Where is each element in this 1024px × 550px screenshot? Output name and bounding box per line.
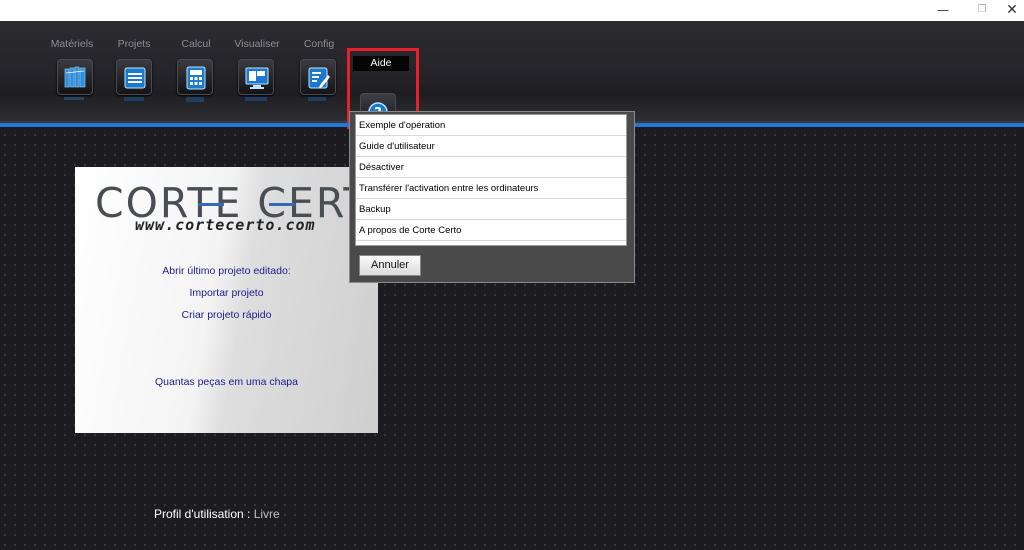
help-menu: Exemple d'opération Guide d'utilisateur …	[349, 111, 635, 283]
projects-icon-reflection	[116, 97, 152, 111]
projects-icon[interactable]	[116, 59, 152, 95]
toolbar-label-calculation: Calcul	[181, 38, 211, 50]
import-project-link[interactable]: Importar projeto	[75, 287, 378, 299]
toolbar-item-visualize[interactable]: Visualiser	[226, 21, 288, 125]
menu-item-deactivate[interactable]: Désactiver	[356, 157, 626, 178]
menu-item-example[interactable]: Exemple d'opération	[356, 115, 626, 136]
calculator-icon-reflection	[177, 97, 213, 111]
toolbar-label-materials: Matériels	[50, 38, 94, 50]
pieces-per-sheet-link[interactable]: Quantas peças em uma chapa	[75, 376, 378, 388]
usage-profile: Profil d'utilisation : Livre	[154, 507, 280, 521]
help-menu-list: Exemple d'opération Guide d'utilisateur …	[355, 114, 627, 246]
close-icon[interactable]: ✕	[1002, 2, 1022, 18]
menu-item-transfer-activation[interactable]: Transférer l'activation entre les ordina…	[356, 178, 626, 199]
toolbar-item-config[interactable]: Config	[288, 21, 350, 125]
menu-item-user-guide[interactable]: Guide d'utilisateur	[356, 136, 626, 157]
usage-profile-label: Profil d'utilisation :	[154, 507, 251, 521]
toolbar-label-projects: Projets	[117, 38, 151, 50]
logo-accent	[269, 203, 295, 206]
materials-icon-reflection	[57, 97, 93, 111]
welcome-panel: CORTE CERTO www.cortecerto.com Abrir últ…	[75, 167, 403, 433]
materials-icon[interactable]	[57, 59, 93, 95]
logo-accent	[198, 203, 224, 206]
toolbar-label-config: Config	[303, 38, 335, 50]
menu-item-about[interactable]: A propos de Corte Certo	[356, 220, 626, 241]
toolbar-item-projects[interactable]: Projets	[103, 21, 165, 125]
maximize-icon[interactable]: ❐	[972, 2, 992, 18]
toolbar-item-materials[interactable]: Matériels	[41, 21, 103, 125]
cancel-button[interactable]: Annuler	[359, 255, 421, 276]
config-icon-reflection	[300, 97, 336, 111]
toolbar-item-calculation[interactable]: Calcul	[165, 21, 227, 125]
open-last-project-link[interactable]: Abrir último projeto editado:	[75, 265, 378, 277]
window-title-bar: — ❐ ✕	[0, 0, 1024, 21]
visualize-icon-reflection	[238, 97, 274, 111]
toolbar-label-visualize: Visualiser	[234, 38, 280, 50]
menu-item-backup[interactable]: Backup	[356, 199, 626, 220]
minimize-icon[interactable]: —	[933, 2, 953, 18]
calculator-icon[interactable]	[177, 59, 213, 95]
visualize-icon[interactable]	[238, 59, 274, 95]
main-toolbar: Matériels Projets Calcul Visualiser Conf…	[0, 21, 1024, 129]
quick-project-link[interactable]: Criar projeto rápido	[75, 309, 378, 321]
logo-url: www.cortecerto.com	[135, 216, 316, 234]
usage-profile-value: Livre	[253, 507, 280, 521]
config-icon[interactable]	[300, 59, 336, 95]
